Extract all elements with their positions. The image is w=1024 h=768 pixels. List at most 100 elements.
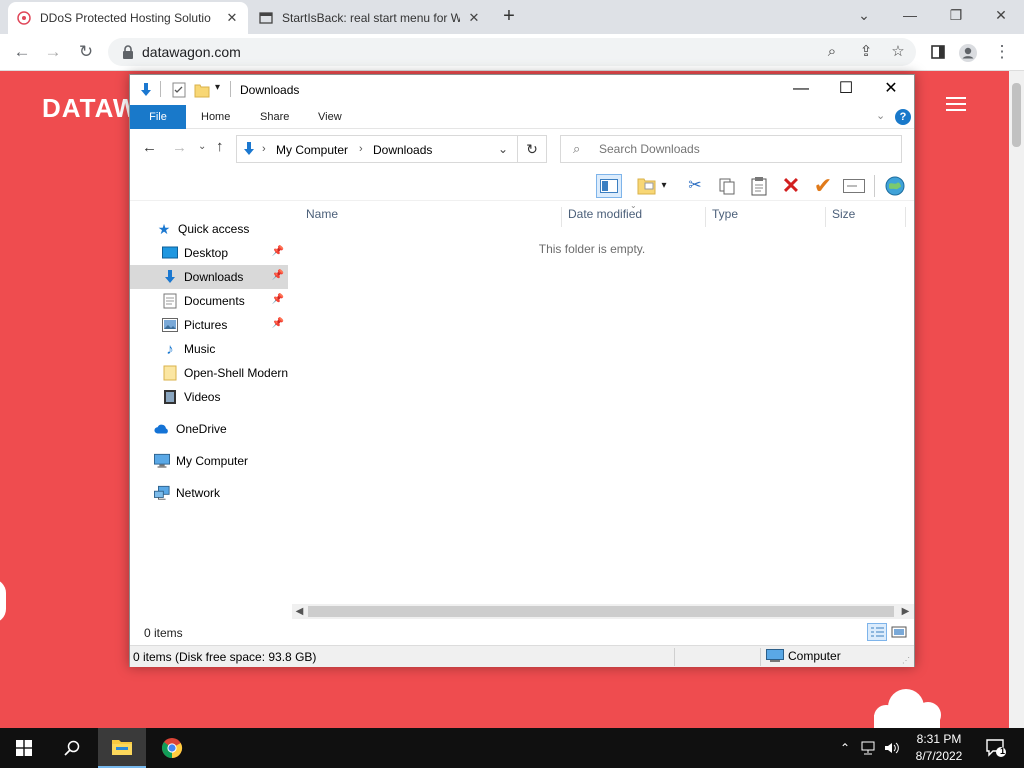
rename-icon[interactable] <box>841 174 867 198</box>
horizontal-scrollbar[interactable]: ◀ ▶ <box>292 604 914 619</box>
reload-button[interactable]: ↻ <box>74 41 98 65</box>
browser-tab-startisback[interactable]: StartIsBack: real start menu for W ✕ <box>250 2 490 34</box>
tab-home[interactable]: Home <box>201 105 230 129</box>
properties-icon[interactable] <box>172 82 186 98</box>
nav-music[interactable]: ♪ Music <box>130 337 288 361</box>
start-button[interactable] <box>0 728 48 768</box>
minimize-icon[interactable]: — <box>899 5 921 27</box>
search-box[interactable]: ⌕ <box>560 135 902 163</box>
view-dropdown-chevron-icon[interactable]: ▾ <box>658 174 670 198</box>
pin-icon[interactable]: 📌 <box>272 270 284 281</box>
scrollbar-thumb[interactable] <box>1012 83 1021 147</box>
site-logo[interactable]: DATAW <box>42 93 138 124</box>
tab-title: StartIsBack: real start menu for W <box>282 11 460 25</box>
zoom-icon[interactable]: ⌕ <box>822 42 842 62</box>
preview-pane-icon[interactable] <box>596 174 622 198</box>
action-center-button[interactable]: 1 <box>976 728 1016 768</box>
nav-downloads[interactable]: Downloads 📌 <box>130 265 288 289</box>
pin-icon[interactable]: 📌 <box>272 318 284 329</box>
kebab-menu-icon[interactable]: ⋮ <box>990 41 1014 65</box>
copy-icon[interactable] <box>714 174 740 198</box>
tab-view[interactable]: View <box>318 105 342 129</box>
column-header-name[interactable]: Name <box>300 207 562 227</box>
network-globe-icon[interactable] <box>882 174 908 198</box>
help-icon[interactable]: ? <box>895 109 911 125</box>
cut-icon[interactable]: ✂ <box>682 174 708 198</box>
file-explorer-taskbar-button[interactable] <box>98 728 146 768</box>
large-icons-view-icon[interactable] <box>889 623 909 641</box>
pin-icon[interactable]: 📌 <box>272 246 284 257</box>
explorer-titlebar[interactable]: ▾ Downloads — ☐ ✕ <box>130 75 914 105</box>
column-header-size[interactable]: Size <box>826 207 906 227</box>
nav-my-computer[interactable]: My Computer <box>130 449 288 473</box>
forward-button[interactable]: → <box>41 41 65 65</box>
close-window-icon[interactable]: ✕ <box>990 5 1012 27</box>
expand-ribbon-chevron-icon[interactable]: ⌄ <box>876 109 885 122</box>
tab-share[interactable]: Share <box>260 105 289 129</box>
nav-pictures[interactable]: Pictures 📌 <box>130 313 288 337</box>
address-dropdown-chevron-icon[interactable]: ⌄ <box>498 142 508 156</box>
scrollbar-thumb[interactable] <box>308 606 894 617</box>
floating-circle-decoration <box>0 579 6 623</box>
windows-logo-icon <box>16 740 32 756</box>
column-header-date-modified[interactable]: Date modified <box>562 207 706 227</box>
minimize-icon[interactable]: — <box>786 79 816 101</box>
nav-label: Pictures <box>184 318 228 332</box>
show-hidden-icons-chevron-icon[interactable]: ⌃ <box>840 741 850 755</box>
taskbar-clock[interactable]: 8:31 PM 8/7/2022 <box>908 731 970 765</box>
empty-folder-message: This folder is empty. <box>538 242 646 256</box>
breadcrumb-downloads[interactable]: Downloads <box>373 143 432 157</box>
network-status-icon[interactable] <box>860 741 876 755</box>
chrome-taskbar-button[interactable] <box>148 728 196 768</box>
restore-icon[interactable]: ❐ <box>945 5 967 27</box>
change-view-icon[interactable] <box>634 174 660 198</box>
nav-quick-access[interactable]: ★ Quick access <box>130 217 288 241</box>
search-input[interactable] <box>599 142 889 156</box>
nav-label: Downloads <box>184 270 244 284</box>
nav-open-shell-modern[interactable]: Open-Shell Modern <box>130 361 288 385</box>
recent-locations-chevron-icon[interactable]: ⌄ <box>198 141 206 152</box>
hamburger-menu-icon[interactable] <box>946 97 966 111</box>
breadcrumb-my-computer[interactable]: My Computer <box>276 143 348 157</box>
nav-desktop[interactable]: Desktop 📌 <box>130 241 288 265</box>
nav-network[interactable]: Network <box>130 481 288 505</box>
volume-icon[interactable] <box>884 741 900 755</box>
nav-documents[interactable]: Documents 📌 <box>130 289 288 313</box>
tab-close-icon[interactable]: ✕ <box>224 10 240 26</box>
address-bar[interactable]: › My Computer › Downloads ⌄ <box>236 135 547 163</box>
share-icon[interactable]: ⇪ <box>856 42 876 62</box>
resize-grip-icon[interactable]: ⋰ <box>902 656 910 665</box>
back-arrow-icon[interactable]: ← <box>142 139 157 156</box>
page-scrollbar[interactable] <box>1009 71 1024 728</box>
scroll-right-arrow-icon[interactable]: ▶ <box>898 604 913 619</box>
tab-search-chevron-icon[interactable]: ⌄ <box>853 5 875 27</box>
up-arrow-icon[interactable]: ↑ <box>216 138 224 155</box>
nav-onedrive[interactable]: OneDrive <box>130 417 288 441</box>
nav-label: Open-Shell Modern <box>184 366 288 380</box>
address-bar[interactable]: datawagon.com ⌕ ⇪ ☆ <box>108 38 916 66</box>
scroll-left-arrow-icon[interactable]: ◀ <box>292 604 307 619</box>
new-tab-button[interactable]: + <box>498 6 520 28</box>
details-view-icon[interactable] <box>867 623 887 641</box>
delete-icon[interactable]: ✕ <box>778 174 804 198</box>
pin-icon[interactable]: 📌 <box>272 294 284 305</box>
column-header-type[interactable]: Type <box>706 207 826 227</box>
maximize-icon[interactable]: ☐ <box>831 79 861 101</box>
customize-toolbar-chevron-icon[interactable]: ▾ <box>215 82 220 93</box>
check-icon[interactable]: ✔ <box>810 174 836 198</box>
close-icon[interactable]: ✕ <box>876 79 906 101</box>
back-button[interactable]: ← <box>10 41 34 65</box>
profile-avatar-icon[interactable] <box>956 41 980 65</box>
forward-arrow-icon[interactable]: → <box>172 139 187 156</box>
new-folder-icon[interactable] <box>194 82 210 98</box>
refresh-button[interactable]: ↻ <box>517 135 547 163</box>
tab-close-icon[interactable]: ✕ <box>466 10 482 26</box>
tab-file[interactable]: File <box>130 105 186 129</box>
bookmark-star-icon[interactable]: ☆ <box>888 42 908 62</box>
side-panel-icon[interactable] <box>926 41 950 65</box>
search-taskbar-button[interactable] <box>48 728 96 768</box>
file-list-pane[interactable]: Name Date modified ⌄ Type Size This fold… <box>292 201 914 603</box>
paste-icon[interactable] <box>746 174 772 198</box>
nav-videos[interactable]: Videos <box>130 385 288 409</box>
browser-tab-datawagon[interactable]: DDoS Protected Hosting Solutio ✕ <box>8 2 248 34</box>
